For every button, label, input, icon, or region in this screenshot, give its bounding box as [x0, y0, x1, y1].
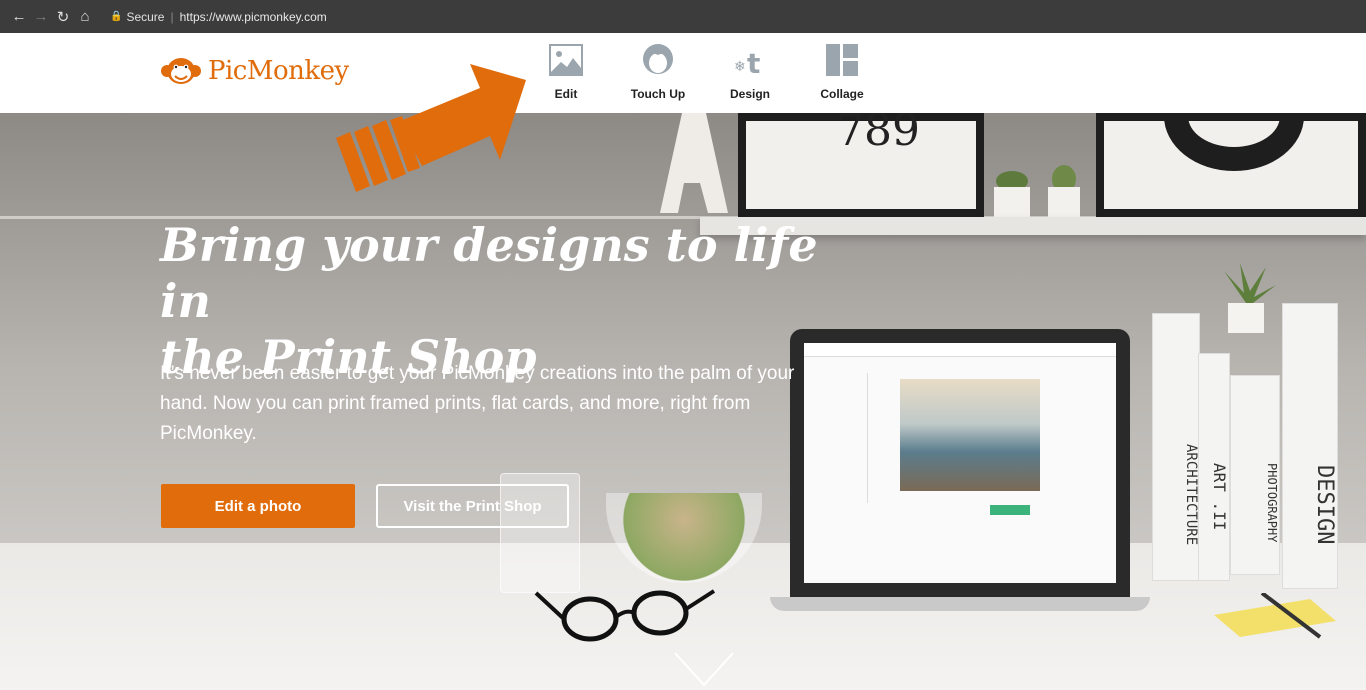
hero-section: 789 ARCHITECTURE ART .II PHOTOGRAPHY DES…: [0, 113, 1366, 690]
nav-design-label: Design: [729, 87, 770, 101]
forward-icon[interactable]: →: [30, 8, 52, 25]
nav-edit-label: Edit: [554, 87, 578, 101]
home-icon[interactable]: ⌂: [74, 8, 96, 25]
design-icon: ❄ t: [733, 41, 767, 79]
hero-subtext: It’s never been easier to get your PicMo…: [160, 363, 795, 444]
svg-text:t: t: [747, 47, 760, 77]
laptop-base: [770, 597, 1150, 611]
frame-number: 789: [836, 113, 920, 156]
edit-photo-button[interactable]: Edit a photo: [161, 484, 355, 528]
screen-button: [990, 505, 1030, 515]
url-separator: |: [170, 9, 174, 24]
eyeglasses-decor: [534, 589, 716, 642]
cactus-decor: [994, 171, 1030, 219]
face-icon: [641, 41, 675, 79]
chevron-down-icon[interactable]: [673, 651, 735, 687]
screen-photo: [900, 379, 1040, 491]
address-bar[interactable]: https://www.picmonkey.com: [180, 10, 327, 24]
letter-a-decor: [660, 113, 728, 213]
headline-line-1: Bring your designs to life in: [160, 218, 818, 328]
reload-icon[interactable]: ↻: [52, 8, 74, 26]
monkey-logo-icon: [161, 58, 201, 84]
plant-decor: [1224, 263, 1276, 333]
cactus-decor: [1048, 165, 1080, 219]
site-header: PicMonkey Edit Touch Up ❄ t Design Colla…: [0, 33, 1366, 113]
collage-icon: [825, 41, 859, 79]
nav-touch-up-label: Touch Up: [630, 87, 686, 101]
frame-art-arc: [1164, 113, 1304, 171]
browser-toolbar: ← → ↻ ⌂ 🔒 Secure | https://www.picmonkey…: [0, 0, 1366, 33]
nav-collage-label: Collage: [820, 87, 864, 101]
nav-design[interactable]: ❄ t Design: [704, 41, 796, 101]
secure-label: Secure: [126, 9, 165, 24]
annotation-arrow-icon: [336, 64, 526, 192]
svg-text:❄: ❄: [734, 59, 746, 75]
book-photography: PHOTOGRAPHY: [1230, 375, 1280, 575]
lock-icon: 🔒: [110, 11, 123, 22]
book-design: DESIGN: [1282, 303, 1338, 589]
brand-logo[interactable]: PicMonkey: [160, 55, 349, 87]
main-nav: Edit Touch Up ❄ t Design Collage: [520, 41, 888, 101]
visit-print-shop-button[interactable]: Visit the Print Shop: [376, 484, 569, 528]
nav-collage[interactable]: Collage: [796, 41, 888, 101]
nav-edit[interactable]: Edit: [520, 41, 612, 101]
photo-icon: [549, 41, 583, 79]
back-icon[interactable]: ←: [8, 8, 30, 25]
nav-touch-up[interactable]: Touch Up: [612, 41, 704, 101]
wall-frame-left: 789: [738, 113, 984, 217]
wall-frame-right: [1096, 113, 1366, 217]
sticky-notes-decor: [1214, 593, 1336, 639]
brand-name: PicMonkey: [208, 56, 349, 86]
book-architecture: ARCHITECTURE: [1152, 313, 1200, 581]
book-art: ART .II: [1198, 353, 1230, 581]
